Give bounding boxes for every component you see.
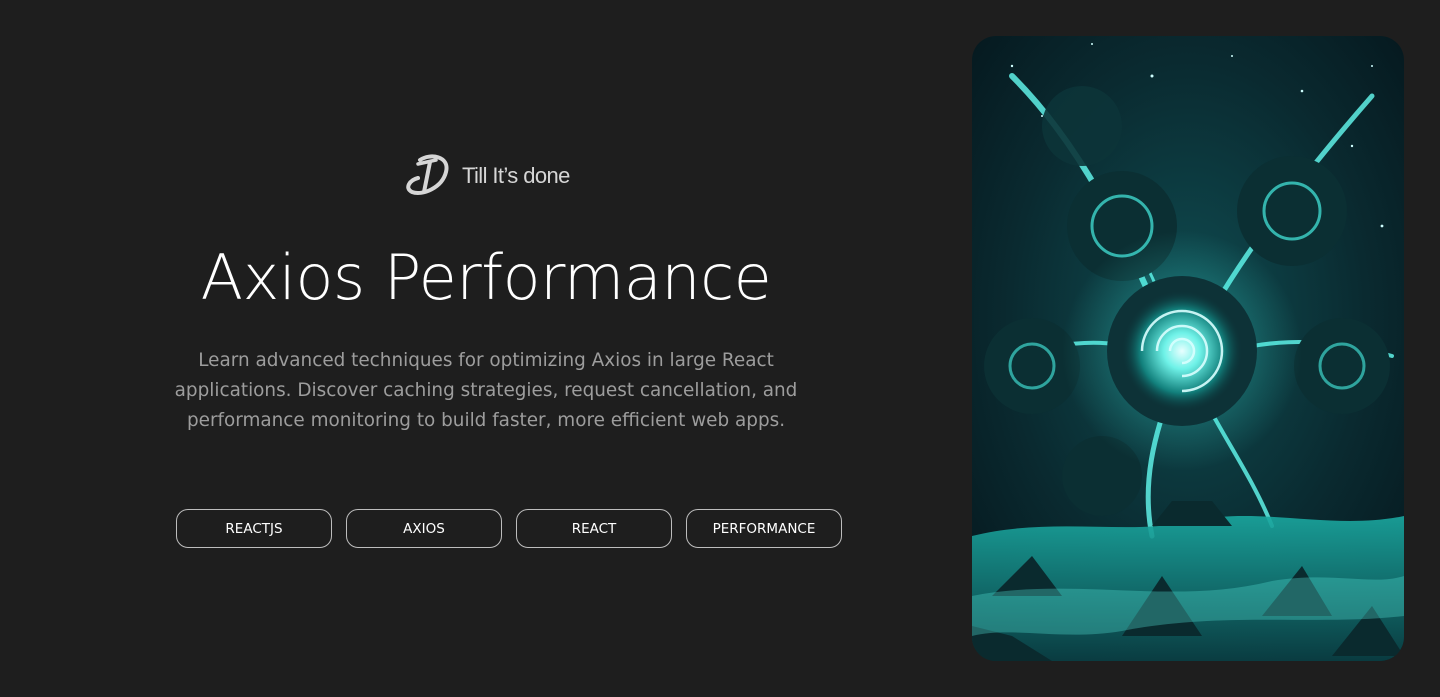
article-hero: Till It’s done Axios Performance Learn a… — [0, 0, 1440, 697]
tag-react-button[interactable]: REACT — [516, 509, 672, 548]
cover-image — [972, 36, 1404, 661]
brand-name: Till It’s done — [462, 163, 570, 188]
article-description: Learn advanced techniques for optimizing… — [174, 350, 798, 431]
tag-reactjs-button[interactable]: REACTJS — [176, 509, 332, 548]
td-logo-icon — [404, 154, 452, 198]
brand-link[interactable]: Till It’s done — [404, 154, 570, 198]
hero-content: Till It’s done Axios Performance Learn a… — [0, 0, 972, 697]
tag-performance-button[interactable]: PERFORMANCE — [686, 509, 842, 548]
page-title: Axios Performance — [200, 241, 772, 314]
tag-list: REACTJS AXIOS REACT PERFORMANCE — [176, 509, 842, 548]
tag-axios-button[interactable]: AXIOS — [346, 509, 502, 548]
